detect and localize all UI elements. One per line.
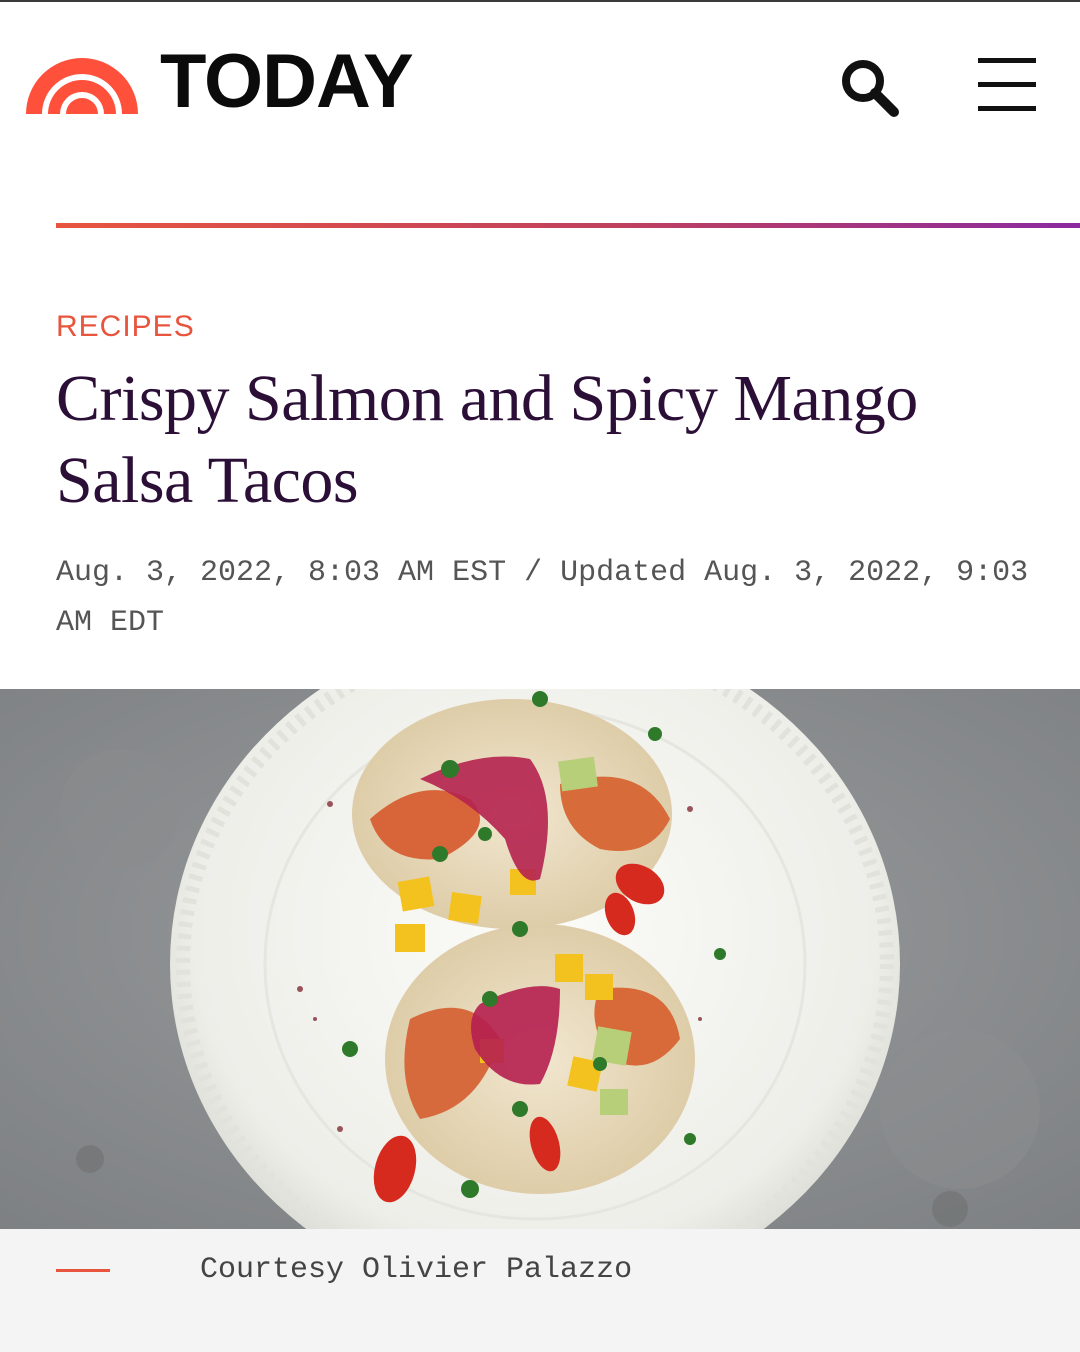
hamburger-menu-icon xyxy=(978,58,1036,112)
today-sunrise-logo-icon xyxy=(26,58,138,114)
header-divider xyxy=(56,223,1080,228)
site-header: TODAY xyxy=(0,2,1080,172)
search-icon xyxy=(842,60,899,117)
article-title: Crispy Salmon and Spicy Mango Salsa Taco… xyxy=(56,362,918,517)
search-button[interactable] xyxy=(838,56,902,120)
section-label[interactable]: RECIPES xyxy=(56,310,195,344)
menu-button[interactable] xyxy=(978,58,1038,112)
image-credit: Courtesy Olivier Palazzo xyxy=(200,1253,633,1287)
hero-image[interactable] xyxy=(0,689,1080,1229)
image-caption-bar: Courtesy Olivier Palazzo xyxy=(0,1229,1080,1352)
caption-accent-line xyxy=(56,1269,110,1272)
brand-wordmark: TODAY xyxy=(160,39,414,124)
article-dateline: Aug. 3, 2022, 8:03 AM EST / Updated Aug.… xyxy=(56,556,1029,640)
salmon-tacos-photo xyxy=(0,689,1080,1229)
brand-logo[interactable]: TODAY xyxy=(26,39,414,124)
